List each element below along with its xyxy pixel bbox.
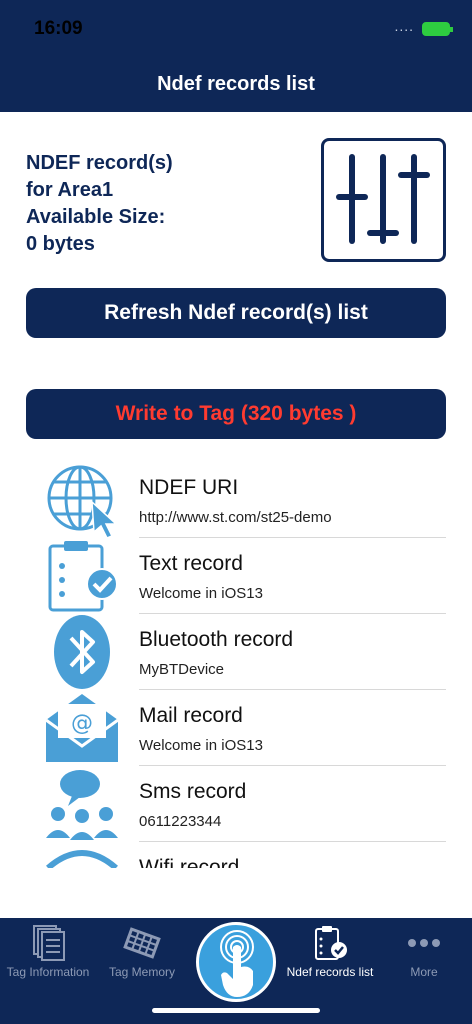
svg-text:@: @ — [71, 711, 93, 736]
sms-people-icon — [44, 766, 122, 842]
wifi-icon — [44, 842, 122, 868]
record-title: Text record — [139, 552, 243, 575]
list-item[interactable]: Bluetooth record MyBTDevice — [0, 614, 472, 690]
list-item[interactable]: NDEF URI http://www.st.com/st25-demo — [0, 462, 472, 539]
navigation-bar: Ndef records list — [0, 60, 472, 112]
touch-finger-icon — [220, 930, 254, 997]
tab-label: Ndef records list — [286, 965, 374, 979]
area-info-line4: 0 bytes — [26, 233, 95, 255]
record-title: Mail record — [139, 704, 243, 727]
status-bar: 16:09 .... — [0, 0, 472, 60]
records-list[interactable]: NDEF URI http://www.st.com/st25-demo Tex… — [0, 462, 472, 868]
tab-label: Tag Memory — [108, 965, 176, 979]
area-info-line2: for Area1 — [26, 179, 114, 201]
tab-tag-information[interactable]: Tag Information — [0, 918, 96, 998]
list-item[interactable]: Wifi record — [0, 842, 472, 868]
clipboard-check-icon — [315, 926, 347, 960]
battery-icon — [422, 22, 453, 36]
area-info-line1: NDEF record(s) — [26, 152, 173, 174]
settings-sliders-icon[interactable] — [321, 138, 446, 262]
tab-label: Tag Information — [6, 965, 90, 979]
globe-cursor-icon — [44, 462, 122, 539]
record-subtitle: Welcome in iOS13 — [139, 737, 263, 754]
more-dots-icon — [408, 939, 440, 947]
area-info-line3: Available Size: — [26, 206, 166, 228]
record-title: Bluetooth record — [139, 628, 294, 651]
tab-ndef-records-list[interactable]: Ndef records list — [282, 918, 378, 998]
record-subtitle: 0611223344 — [139, 813, 222, 830]
signal-icon: .... — [394, 18, 414, 34]
documents-icon — [33, 925, 65, 961]
record-subtitle: MyBTDevice — [139, 661, 225, 678]
record-title: NDEF URI — [139, 476, 239, 499]
bluetooth-icon — [44, 614, 122, 690]
refresh-list-button[interactable]: Refresh Ndef record(s) list — [26, 288, 446, 338]
write-to-tag-button[interactable]: Write to Tag (320 bytes ) — [26, 389, 446, 439]
tab-more[interactable]: More — [384, 918, 464, 998]
tab-tag-memory[interactable]: Tag Memory — [100, 918, 184, 998]
status-time: 16:09 — [34, 18, 83, 39]
record-title: Sms record — [139, 780, 247, 803]
page-title: Ndef records list — [157, 73, 315, 95]
scan-tag-button[interactable] — [196, 922, 276, 1002]
list-item[interactable]: Text record Welcome in iOS13 — [0, 538, 472, 614]
record-title: Wifi record — [139, 856, 240, 868]
area-info: NDEF record(s) for Area1 Available Size:… — [26, 150, 286, 258]
clipboard-check-icon — [44, 538, 122, 614]
memory-chip-icon — [123, 927, 161, 959]
list-item[interactable]: Sms record 0611223344 — [0, 766, 472, 842]
home-indicator — [152, 1008, 320, 1013]
record-subtitle: http://www.st.com/st25-demo — [139, 509, 332, 526]
mail-icon: @ — [44, 690, 122, 766]
list-item[interactable]: @ Mail record Welcome in iOS13 — [0, 690, 472, 766]
record-subtitle: Welcome in iOS13 — [139, 585, 263, 602]
tab-label: More — [410, 965, 438, 979]
